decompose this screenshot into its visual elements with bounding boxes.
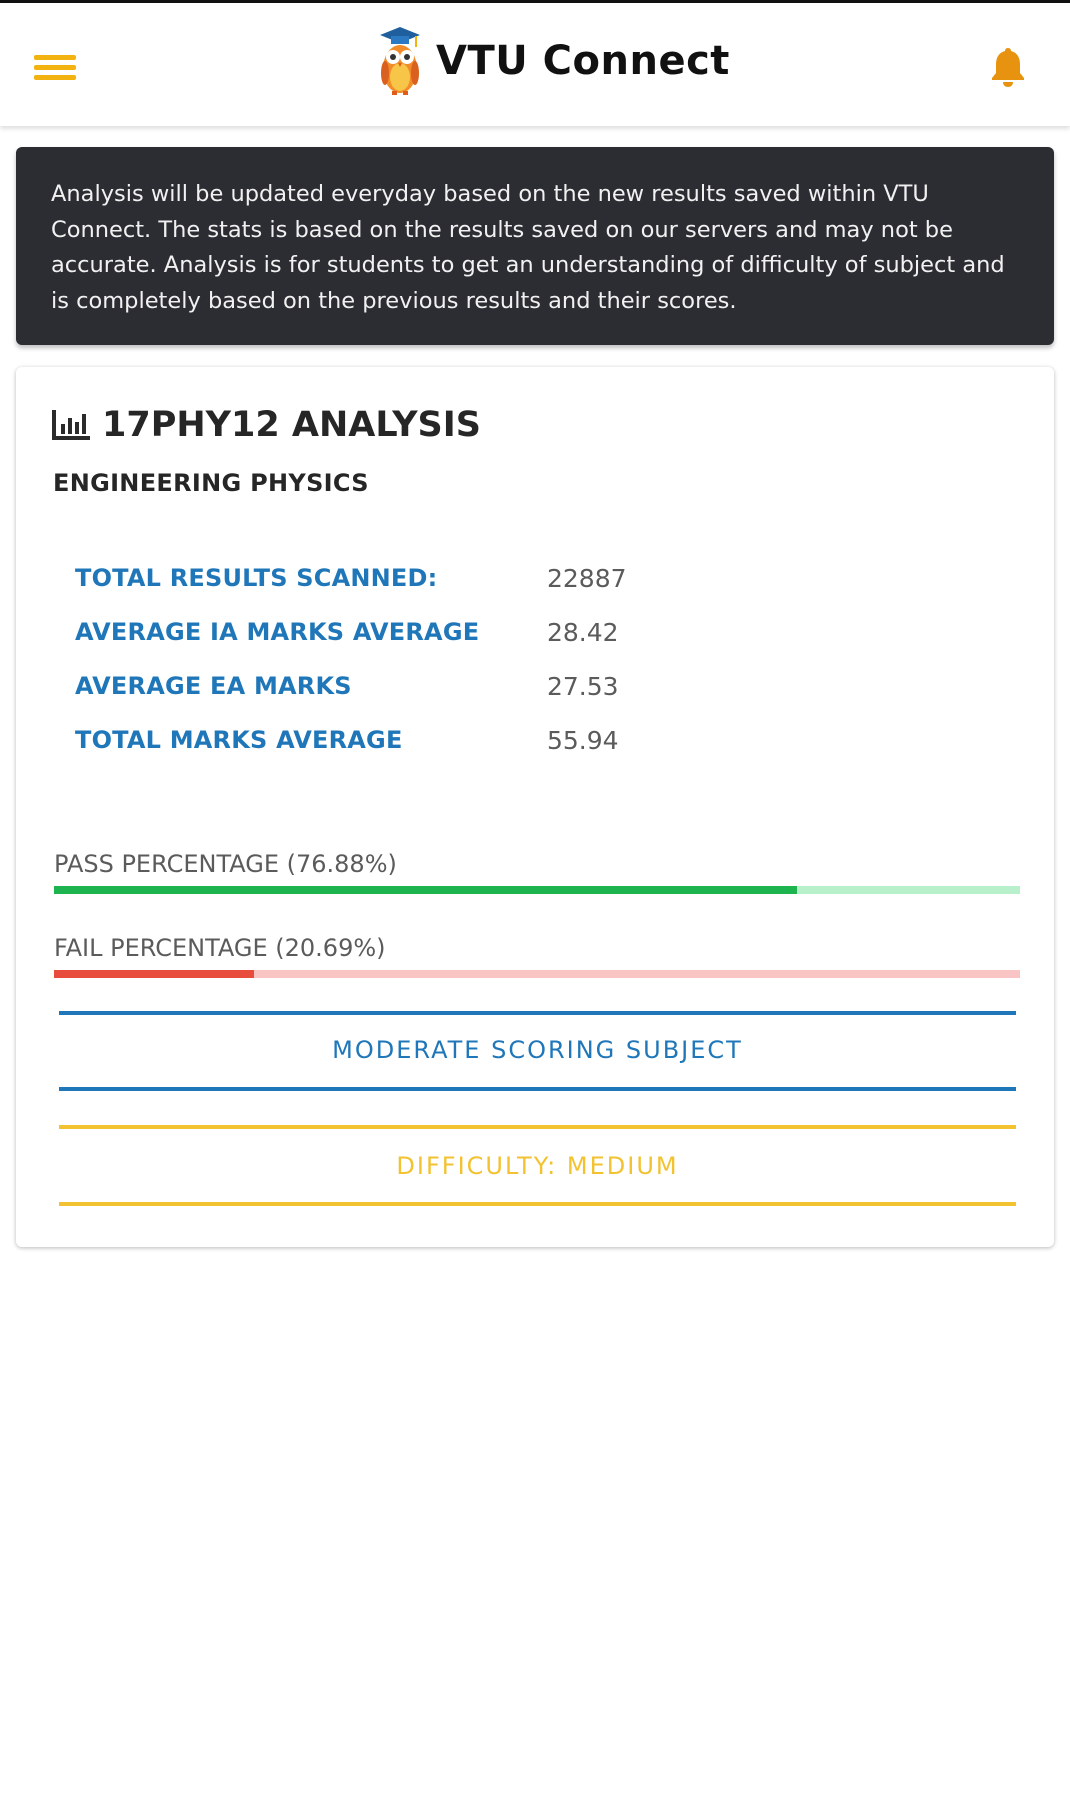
stat-value: 27.53: [547, 672, 619, 701]
scoring-tag: MODERATE SCORING SUBJECT: [332, 1036, 743, 1064]
brand: VTU Connect: [378, 21, 730, 101]
stat-label: AVERAGE IA MARKS AVERAGE: [75, 618, 480, 646]
stat-value: 28.42: [547, 618, 619, 647]
notice-text: Analysis will be updated everyday based …: [51, 181, 1005, 314]
scoring-bottom-rule: [59, 1087, 1016, 1091]
pass-percentage-label: PASS PERCENTAGE (76.88%): [54, 850, 397, 878]
stat-value: 22887: [547, 564, 627, 593]
pass-percentage-fill: [54, 886, 797, 894]
app-bar: VTU Connect: [0, 3, 1070, 126]
analysis-card: 17PHY12 ANALYSIS ENGINEERING PHYSICS TOT…: [16, 367, 1054, 1247]
scoring-top-rule: [59, 1011, 1016, 1015]
stat-label: TOTAL RESULTS SCANNED:: [75, 564, 438, 592]
bell-icon[interactable]: [980, 39, 1036, 95]
analysis-notice: Analysis will be updated everyday based …: [16, 147, 1054, 345]
subject-name: ENGINEERING PHYSICS: [53, 469, 369, 497]
fail-percentage-fill: [54, 970, 254, 978]
stat-value: 55.94: [547, 726, 619, 755]
difficulty-top-rule: [59, 1125, 1016, 1129]
stat-row-ea-average: AVERAGE EA MARKS 27.53: [75, 672, 975, 712]
card-title: 17PHY12 ANALYSIS: [52, 405, 481, 445]
bar-chart-icon: [52, 410, 90, 440]
fail-percentage-label: FAIL PERCENTAGE (20.69%): [54, 934, 386, 962]
stat-row-total-results: TOTAL RESULTS SCANNED: 22887: [75, 564, 975, 604]
fail-percentage-bar: [54, 970, 1020, 978]
owl-logo: [380, 27, 420, 95]
pass-percentage-bar: [54, 886, 1020, 894]
hamburger-menu-icon[interactable]: [28, 47, 82, 87]
stat-row-total-average: TOTAL MARKS AVERAGE 55.94: [75, 726, 975, 766]
stat-label: TOTAL MARKS AVERAGE: [75, 726, 403, 754]
app-title: VTU Connect: [436, 38, 730, 84]
difficulty-tag: DIFFICULTY: MEDIUM: [396, 1152, 679, 1180]
difficulty-bottom-rule: [59, 1202, 1016, 1206]
stat-label: AVERAGE EA MARKS: [75, 672, 352, 700]
analysis-title: 17PHY12 ANALYSIS: [102, 405, 481, 445]
stat-row-ia-average: AVERAGE IA MARKS AVERAGE 28.42: [75, 618, 975, 658]
